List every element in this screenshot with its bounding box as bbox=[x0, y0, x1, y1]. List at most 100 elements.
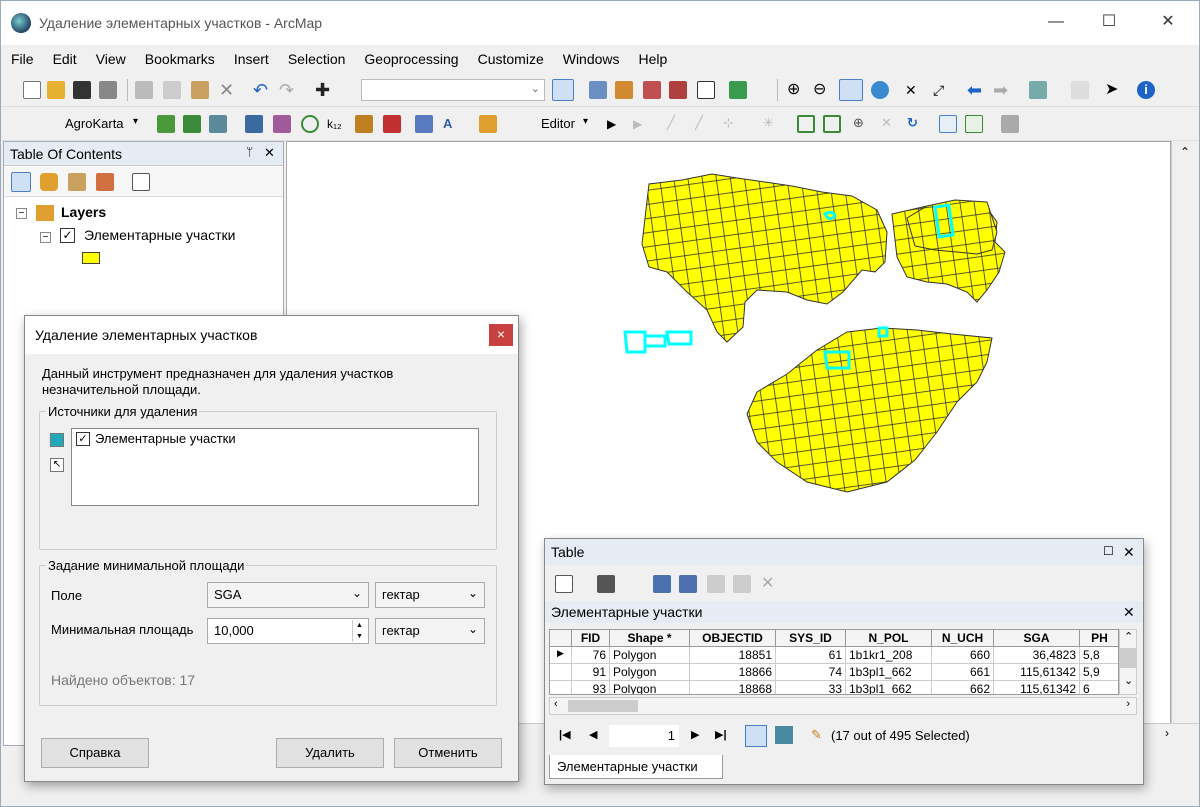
attributes-icon[interactable] bbox=[939, 115, 957, 133]
new-document-icon[interactable] bbox=[23, 81, 41, 99]
table-layer-close-icon[interactable]: ✕ bbox=[1123, 604, 1135, 621]
full-extent-icon[interactable] bbox=[871, 81, 889, 99]
print-icon[interactable] bbox=[99, 81, 117, 99]
spinner-icon[interactable]: ▲ ▼ bbox=[352, 620, 366, 642]
cell-objectid[interactable]: 18851 bbox=[690, 647, 776, 664]
cell-ph[interactable]: 6 bbox=[1080, 681, 1118, 694]
list-by-drawing-order-icon[interactable] bbox=[11, 172, 31, 192]
menu-view[interactable]: View bbox=[86, 51, 135, 67]
cell-ph[interactable]: 5,8 bbox=[1080, 647, 1118, 664]
record-number-input[interactable]: 1 bbox=[609, 725, 679, 747]
menu-help[interactable]: Help bbox=[629, 51, 677, 67]
minimize-button[interactable]: — bbox=[1041, 11, 1071, 33]
related-tables-icon[interactable] bbox=[597, 575, 615, 593]
delete-icon[interactable]: ✕ bbox=[219, 81, 237, 99]
table-row[interactable]: 93 Polygon 18868 33 1b3pl1_662 662 115,6… bbox=[550, 681, 1118, 694]
cell-sys-id[interactable]: 74 bbox=[776, 664, 846, 681]
cell-n-uch[interactable]: 660 bbox=[932, 647, 994, 664]
cell-n-pol[interactable]: 1b3pl1_662 bbox=[846, 681, 932, 694]
cell-fid[interactable]: 76 bbox=[572, 647, 610, 664]
col-fid[interactable]: FID bbox=[572, 630, 610, 647]
pin-icon[interactable]: ᛘ bbox=[246, 145, 253, 159]
sketch-properties-icon[interactable] bbox=[965, 115, 983, 133]
source-checkbox[interactable]: ✓ bbox=[76, 432, 90, 446]
table-row[interactable]: 91 Polygon 18866 74 1b3pl1_662 661 115,6… bbox=[550, 664, 1118, 681]
cell-sys-id[interactable]: 61 bbox=[776, 647, 846, 664]
min-area-unit-combo[interactable]: гектар ⌄ bbox=[375, 618, 485, 644]
table-options-icon[interactable] bbox=[555, 575, 573, 593]
paint-tool-icon[interactable] bbox=[415, 115, 433, 133]
crop-tool-icon[interactable] bbox=[355, 115, 373, 133]
menu-selection[interactable]: Selection bbox=[278, 51, 355, 67]
layer-tool-icon[interactable] bbox=[157, 115, 175, 133]
split-tool-icon[interactable] bbox=[273, 115, 291, 133]
attribute-grid[interactable]: FID Shape * OBJECTID SYS_ID N_POL N_UCH … bbox=[549, 629, 1119, 695]
identify-icon[interactable]: i bbox=[1137, 81, 1155, 99]
toc-close-button[interactable]: ✕ bbox=[264, 145, 275, 161]
layer-tool-2-icon[interactable] bbox=[183, 115, 201, 133]
menu-insert[interactable]: Insert bbox=[224, 51, 278, 67]
python-window-icon[interactable] bbox=[697, 81, 715, 99]
field-cluster-south[interactable] bbox=[746, 327, 993, 493]
cell-shape[interactable]: Polygon bbox=[610, 664, 690, 681]
edit-tool-icon[interactable] bbox=[209, 115, 227, 133]
select-none-icon[interactable]: ↖ bbox=[50, 458, 64, 472]
report-tool-icon[interactable] bbox=[479, 115, 497, 133]
dialog-close-button[interactable]: × bbox=[489, 324, 513, 346]
cell-ph[interactable]: 5,9 bbox=[1080, 664, 1118, 681]
table-close-button[interactable]: ✕ bbox=[1123, 544, 1135, 561]
add-data-icon[interactable]: ✚ bbox=[315, 81, 333, 99]
editor-toolbar-icon[interactable] bbox=[552, 79, 574, 101]
map-vertical-scrollbar[interactable]: ⌃ bbox=[1171, 141, 1199, 746]
fixed-zoom-out-icon[interactable]: ⤢ bbox=[933, 81, 951, 99]
maximize-button[interactable]: ☐ bbox=[1094, 11, 1124, 33]
cut-polygon-icon[interactable]: ⊕ bbox=[853, 115, 871, 133]
agrokarta-menu[interactable]: AgroKarta bbox=[65, 116, 124, 131]
show-selected-records-icon[interactable] bbox=[775, 726, 793, 744]
select-features-icon[interactable] bbox=[1029, 81, 1047, 99]
layer-name[interactable]: Элементарные участки bbox=[84, 227, 235, 243]
next-record-icon[interactable]: ▶ bbox=[691, 728, 699, 741]
cell-n-pol[interactable]: 1b3pl1_662 bbox=[846, 664, 932, 681]
source-item-label[interactable]: Элементарные участки bbox=[95, 431, 236, 446]
grid-tool-icon[interactable] bbox=[245, 115, 263, 133]
col-sga[interactable]: SGA bbox=[994, 630, 1080, 647]
open-folder-icon[interactable] bbox=[47, 81, 65, 99]
clear-selection-icon[interactable] bbox=[1071, 81, 1089, 99]
catalog-icon[interactable] bbox=[615, 81, 633, 99]
grid-vertical-scrollbar[interactable]: ⌃ ⌄ bbox=[1119, 629, 1137, 695]
table-row[interactable]: ▶ 76 Polygon 18851 61 1b1kr1_208 660 36,… bbox=[550, 647, 1118, 664]
delete-button[interactable]: Удалить bbox=[276, 738, 384, 768]
layers-label[interactable]: Layers bbox=[61, 204, 106, 220]
field-unit-combo[interactable]: гектар ⌄ bbox=[375, 582, 485, 608]
zoom-out-icon[interactable]: ⊖ bbox=[813, 81, 831, 99]
min-area-input[interactable]: 10,000 ▲ ▼ bbox=[207, 618, 369, 644]
prev-record-icon[interactable]: ◀ bbox=[589, 728, 597, 741]
list-by-source-icon[interactable] bbox=[40, 173, 58, 191]
menu-geoprocessing[interactable]: Geoprocessing bbox=[354, 51, 467, 67]
col-shape[interactable]: Shape * bbox=[610, 630, 690, 647]
cell-fid[interactable]: 93 bbox=[572, 681, 610, 694]
measure-tool-icon[interactable]: k₁₂ bbox=[327, 115, 345, 133]
cell-fid[interactable]: 91 bbox=[572, 664, 610, 681]
col-n-uch[interactable]: N_UCH bbox=[932, 630, 994, 647]
grid-horizontal-scrollbar[interactable]: ‹ › bbox=[549, 697, 1137, 715]
reshape-icon[interactable] bbox=[823, 115, 841, 133]
table-maximize-button[interactable]: ☐ bbox=[1103, 544, 1114, 558]
menu-bookmarks[interactable]: Bookmarks bbox=[135, 51, 224, 67]
cancel-button[interactable]: Отменить bbox=[394, 738, 502, 768]
edit-vertices-icon[interactable] bbox=[797, 115, 815, 133]
search-window-icon[interactable] bbox=[643, 81, 661, 99]
show-all-records-icon[interactable] bbox=[745, 725, 767, 747]
first-record-icon[interactable]: |◀ bbox=[559, 728, 571, 741]
col-sys-id[interactable]: SYS_ID bbox=[776, 630, 846, 647]
cell-n-uch[interactable]: 661 bbox=[932, 664, 994, 681]
cell-sga[interactable]: 115,61342 bbox=[994, 664, 1080, 681]
toc-options-icon[interactable] bbox=[132, 173, 150, 191]
layer-symbol-swatch[interactable] bbox=[82, 252, 100, 264]
redo-icon[interactable]: ↷ bbox=[279, 81, 297, 99]
edit-tool-arrow-icon[interactable]: ▶ bbox=[607, 115, 625, 133]
select-by-attributes-icon[interactable] bbox=[653, 575, 671, 593]
col-n-pol[interactable]: N_POL bbox=[846, 630, 932, 647]
paste-icon[interactable] bbox=[191, 81, 209, 99]
